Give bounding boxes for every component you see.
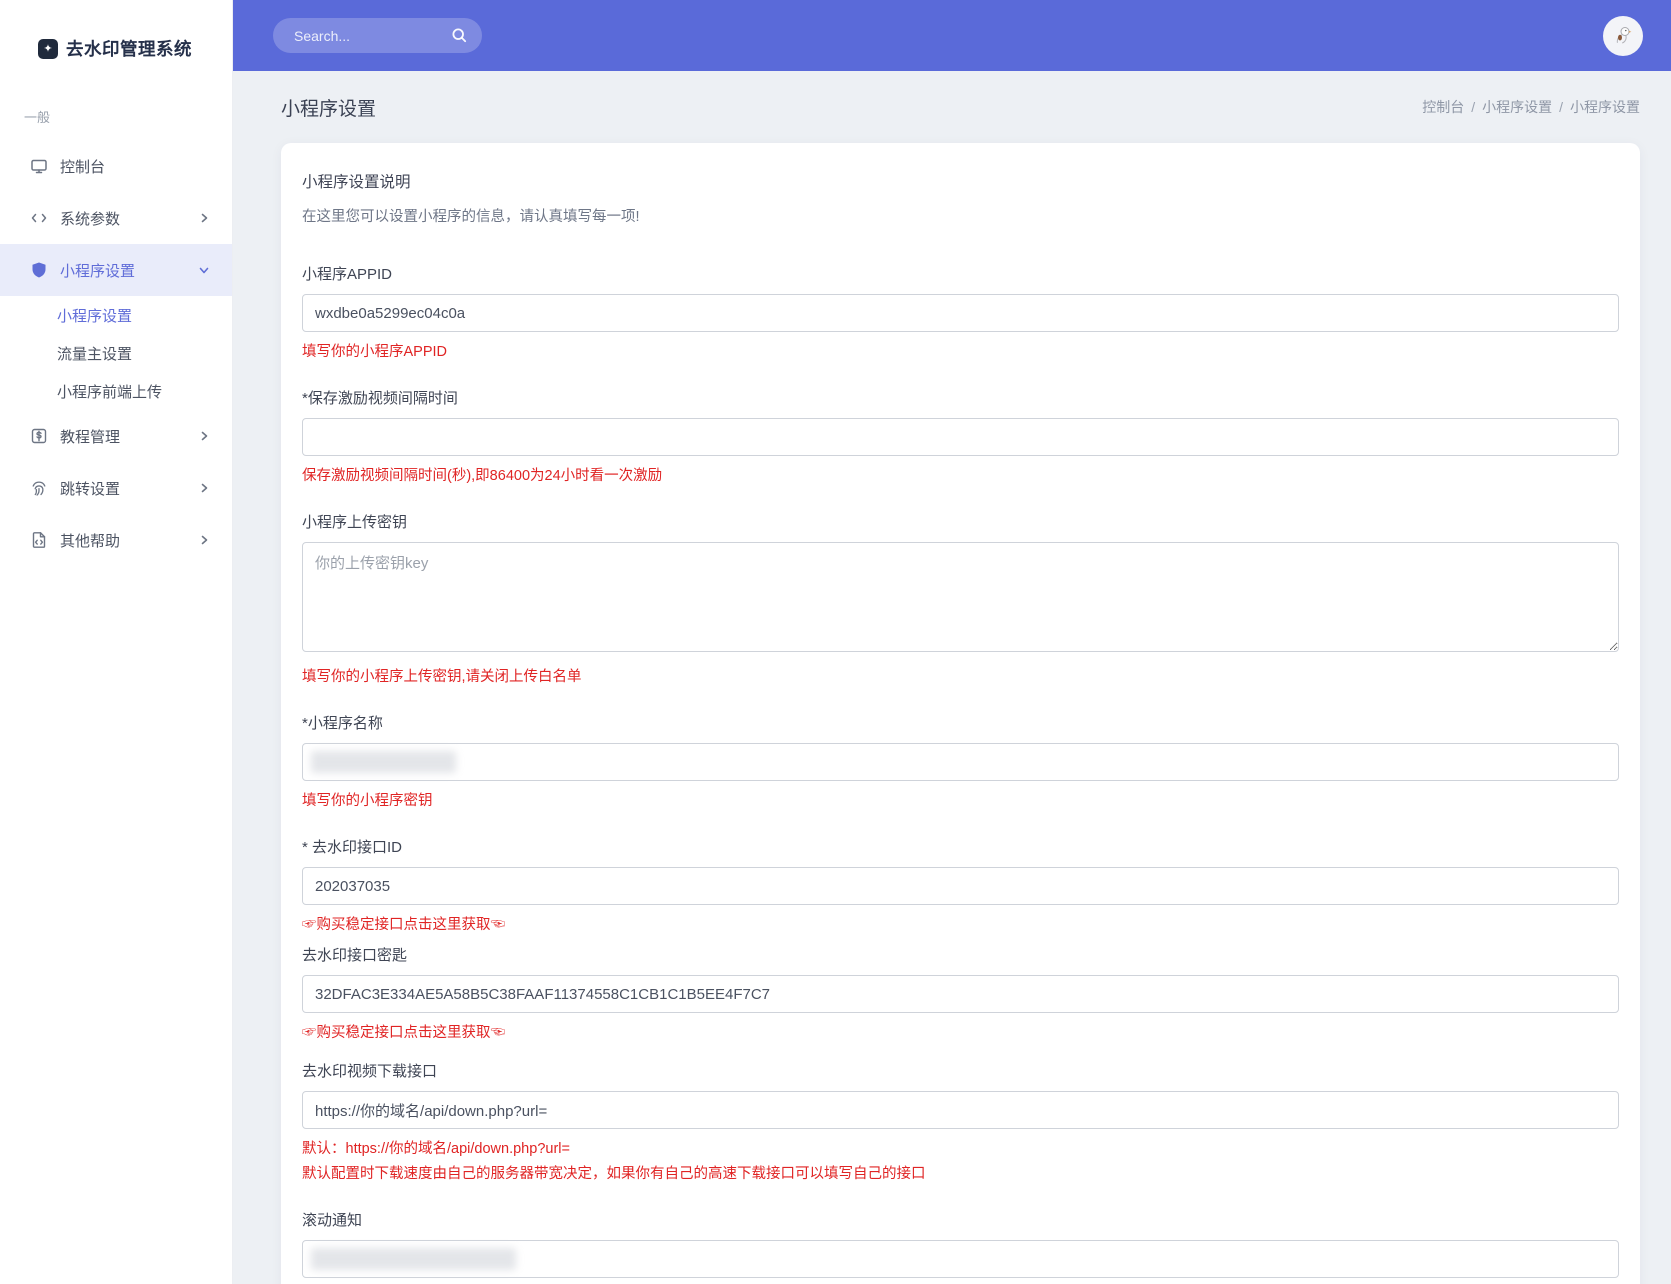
appid-input[interactable] xyxy=(302,294,1619,332)
sidebar-subitem-label: 小程序设置 xyxy=(57,307,133,325)
topbar xyxy=(233,0,1671,71)
search-icon[interactable] xyxy=(451,27,468,44)
breadcrumb-separator: / xyxy=(1559,99,1563,115)
content-area: 小程序设置 控制台 / 小程序设置 / 小程序设置 小程序设置说明 在这里您可以… xyxy=(233,71,1671,1284)
api-id-input[interactable] xyxy=(302,867,1619,905)
field-download-api: 去水印视频下载接口 默认：https://你的域名/api/down.php?u… xyxy=(302,1060,1619,1183)
field-hint: 填写你的小程序APPID xyxy=(302,344,448,360)
file-code-icon xyxy=(32,532,46,548)
sidebar-subitem-traffic-owner-settings[interactable]: 流量主设置 xyxy=(0,334,232,372)
dollar-box-icon xyxy=(31,428,47,444)
upload-key-textarea[interactable] xyxy=(302,542,1619,652)
chevron-right-icon xyxy=(198,212,210,224)
sidebar-item-label: 系统参数 xyxy=(60,210,121,228)
breadcrumb-separator: / xyxy=(1471,99,1476,115)
field-appid: 小程序APPID 填写你的小程序APPID xyxy=(302,263,1619,361)
app-window: ✦ 去水印管理系统 一般 控制台 系统参数 小程序设置 小程序设置 流量主设置 … xyxy=(0,0,1671,1284)
field-api-id: * 去水印接口ID ☞购买稳定接口点击这里获取☜ xyxy=(302,836,1619,934)
sidebar-item-system-params[interactable]: 系统参数 xyxy=(0,192,232,244)
sidebar-subitem-frontend-upload[interactable]: 小程序前端上传 xyxy=(0,372,232,410)
settings-card: 小程序设置说明 在这里您可以设置小程序的信息，请认真填写每一项! 小程序APPI… xyxy=(281,143,1640,1284)
field-upload-key: 小程序上传密钥 填写你的小程序上传密钥,请关闭上传白名单 xyxy=(302,511,1619,686)
code-icon xyxy=(31,213,47,223)
field-label: *小程序名称 xyxy=(302,715,383,732)
monitor-icon xyxy=(31,159,47,174)
chevron-right-icon xyxy=(198,482,210,494)
sidebar-item-label: 小程序设置 xyxy=(60,262,136,280)
buy-api-link[interactable]: ☞购买稳定接口点击这里获取☜ xyxy=(302,913,1619,934)
field-label: 小程序上传密钥 xyxy=(302,514,408,531)
chevron-right-icon xyxy=(198,430,210,442)
app-title: 去水印管理系统 xyxy=(66,39,192,59)
sidebar-item-label: 教程管理 xyxy=(60,428,121,446)
sidebar-subitem-miniprogram-settings[interactable]: 小程序设置 xyxy=(0,296,232,334)
field-label: 滚动通知 xyxy=(302,1212,363,1229)
breadcrumb-item[interactable]: 控制台 xyxy=(1422,97,1464,117)
field-reward-interval: *保存激励视频间隔时间 保存激励视频间隔时间(秒),即86400为24小时看一次… xyxy=(302,387,1619,485)
download-api-input[interactable] xyxy=(302,1091,1619,1129)
fingerprint-icon xyxy=(32,481,46,496)
field-hint: 默认配置时下载速度由自己的服务器带宽决定，如果你有自己的高速下载接口可以填写自己… xyxy=(302,1166,926,1182)
field-label: *保存激励视频间隔时间 xyxy=(302,390,458,407)
chevron-right-icon xyxy=(198,534,210,546)
sidebar-item-tutorial-management[interactable]: 教程管理 xyxy=(0,410,232,462)
main-area: 小程序设置 控制台 / 小程序设置 / 小程序设置 小程序设置说明 在这里您可以… xyxy=(233,0,1671,1284)
search-input[interactable] xyxy=(294,27,451,44)
form-subheading: 在这里您可以设置小程序的信息，请认真填写每一项! xyxy=(302,209,640,225)
shield-icon xyxy=(32,262,46,278)
reward-interval-input[interactable] xyxy=(302,418,1619,456)
duck-avatar-icon xyxy=(1616,26,1632,43)
user-avatar[interactable] xyxy=(1603,15,1643,56)
form-heading: 小程序设置说明 xyxy=(302,174,411,191)
breadcrumb-item[interactable]: 小程序设置 xyxy=(1482,97,1552,117)
field-hint: 填写你的小程序密钥 xyxy=(302,793,433,809)
field-label: * 去水印接口ID xyxy=(302,839,403,856)
app-logo: ✦ 去水印管理系统 xyxy=(0,0,232,61)
page-header: 小程序设置 控制台 / 小程序设置 / 小程序设置 xyxy=(281,71,1640,143)
field-label: 小程序APPID xyxy=(302,266,393,283)
field-miniprogram-name: *小程序名称 填写你的小程序密钥 xyxy=(302,712,1619,810)
field-scroll-notice: 滚动通知 搭建同款小程序联系WX：ludashi2021~ xyxy=(302,1209,1619,1284)
miniprogram-name-input[interactable] xyxy=(302,743,1619,781)
sidebar-item-label: 控制台 xyxy=(60,158,106,176)
breadcrumb: 控制台 / 小程序设置 / 小程序设置 xyxy=(1422,97,1640,117)
page-title: 小程序设置 xyxy=(281,98,377,120)
search-box xyxy=(273,18,482,53)
field-hint: 保存激励视频间隔时间(秒),即86400为24小时看一次激励 xyxy=(302,468,663,484)
sidebar-section-label: 一般 xyxy=(24,110,51,125)
sidebar-item-jump-settings[interactable]: 跳转设置 xyxy=(0,462,232,514)
sidebar-item-other-help[interactable]: 其他帮助 xyxy=(0,514,232,566)
breadcrumb-item: 小程序设置 xyxy=(1570,99,1640,115)
field-hint: 填写你的小程序上传密钥,请关闭上传白名单 xyxy=(302,669,582,685)
sidebar: ✦ 去水印管理系统 一般 控制台 系统参数 小程序设置 小程序设置 流量主设置 … xyxy=(0,0,233,1284)
sidebar-item-label: 跳转设置 xyxy=(60,480,121,498)
api-secret-input[interactable] xyxy=(302,975,1619,1013)
scroll-notice-input[interactable] xyxy=(302,1240,1619,1278)
sidebar-subitem-label: 流量主设置 xyxy=(57,345,133,363)
sidebar-subitem-label: 小程序前端上传 xyxy=(57,383,163,401)
buy-api-link[interactable]: ☞购买稳定接口点击这里获取☜ xyxy=(302,1021,1619,1042)
field-hint: 默认：https://你的域名/api/down.php?url= xyxy=(302,1141,570,1157)
logo-badge-icon: ✦ xyxy=(38,38,58,59)
sidebar-nav: 控制台 系统参数 小程序设置 小程序设置 流量主设置 小程序前端上传 教程管理 … xyxy=(0,140,232,566)
field-label: 去水印接口密匙 xyxy=(302,947,408,964)
field-label: 去水印视频下载接口 xyxy=(302,1063,438,1080)
sidebar-item-console[interactable]: 控制台 xyxy=(0,140,232,192)
field-api-secret: 去水印接口密匙 ☞购买稳定接口点击这里获取☜ xyxy=(302,944,1619,1042)
chevron-down-icon xyxy=(198,264,210,276)
sidebar-item-miniprogram-settings[interactable]: 小程序设置 xyxy=(0,244,232,296)
sidebar-item-label: 其他帮助 xyxy=(60,532,121,550)
